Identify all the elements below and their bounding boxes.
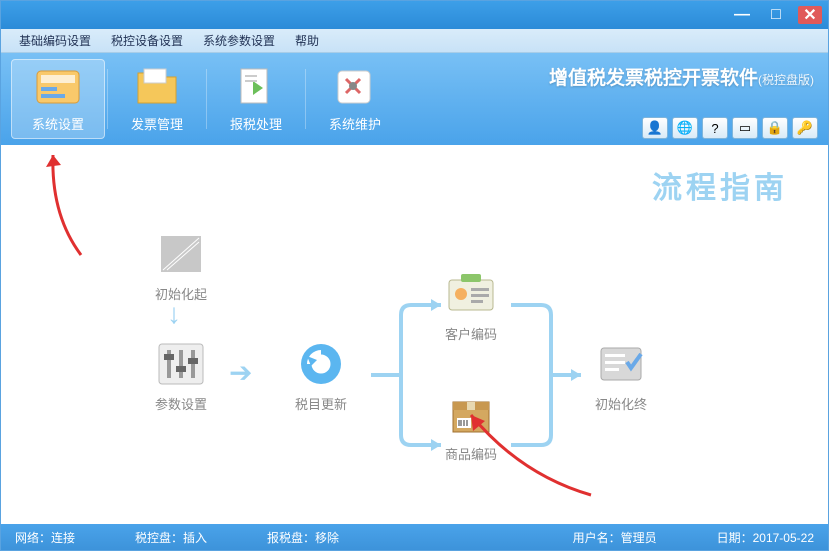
contact-card-icon xyxy=(443,270,499,318)
toolbar-label: 报税处理 xyxy=(230,114,282,133)
checklist-icon xyxy=(593,340,649,388)
menubar: 基础编码设置 税控设备设置 系统参数设置 帮助 xyxy=(1,29,828,53)
node-label: 税目更新 xyxy=(295,397,347,412)
separator xyxy=(107,69,108,129)
box-icon xyxy=(443,390,499,438)
toolbar-label: 系统维护 xyxy=(329,114,381,133)
arrow-right-icon: ➔ xyxy=(229,356,252,389)
toolbar-tax-report[interactable]: 报税处理 xyxy=(209,59,303,139)
status-network: 网络：连接 xyxy=(15,529,75,546)
user-icon[interactable]: 👤 xyxy=(642,117,668,139)
toolbar-label: 发票管理 xyxy=(131,114,183,133)
node-customer[interactable]: 客户编码 xyxy=(431,270,511,343)
flow-diagram: 初始化起 ↓ 参数设置 ➔ 税目更新 xyxy=(121,230,681,510)
status-user: 用户名：管理员 xyxy=(573,529,657,546)
sliders-icon xyxy=(153,340,209,388)
tools-icon xyxy=(331,66,379,110)
refresh-icon xyxy=(293,340,349,388)
toolbar-invoice-mgmt[interactable]: 发票管理 xyxy=(110,59,204,139)
quickbar: 👤 🌐 ? ▭ 🔒 🔑 xyxy=(642,117,818,139)
node-init-end[interactable]: 初始化终 xyxy=(581,340,661,413)
settings-icon xyxy=(34,66,82,110)
flow-title: 流程指南 xyxy=(652,163,788,207)
node-label: 商品编码 xyxy=(445,447,497,462)
status-taxdisk: 税控盘：插入 xyxy=(135,529,207,546)
menu-basic-code[interactable]: 基础编码设置 xyxy=(9,32,101,49)
app-window: — □ ✕ 基础编码设置 税控设备设置 系统参数设置 帮助 系统设置 发票管理 xyxy=(0,0,829,551)
node-product[interactable]: 商品编码 xyxy=(431,390,511,463)
node-init-start[interactable]: 初始化起 xyxy=(141,230,221,303)
node-tax-update[interactable]: 税目更新 xyxy=(281,340,361,413)
annotation-arrow-1 xyxy=(41,145,101,265)
status-date: 日期：2017-05-22 xyxy=(717,529,814,546)
statusbar: 网络：连接 税控盘：插入 报税盘：移除 用户名：管理员 日期：2017-05-2… xyxy=(1,524,828,550)
help-icon[interactable]: ? xyxy=(702,117,728,139)
toolbar: 系统设置 发票管理 报税处理 系统维护 增值税发票税控开票软件(税控盘版) xyxy=(1,53,828,145)
status-reportdisk: 报税盘：移除 xyxy=(267,529,339,546)
separator xyxy=(206,69,207,129)
window-icon[interactable]: ▭ xyxy=(732,117,758,139)
menu-tax-device[interactable]: 税控设备设置 xyxy=(101,32,193,49)
close-button[interactable]: ✕ xyxy=(798,6,822,24)
toolbar-system-maint[interactable]: 系统维护 xyxy=(308,59,402,139)
node-label: 参数设置 xyxy=(155,397,207,412)
arrow-down-icon: ↓ xyxy=(167,298,181,330)
maximize-button[interactable]: □ xyxy=(764,6,788,24)
app-title: 增值税发票税控开票软件(税控盘版) xyxy=(549,63,814,90)
toolbar-label: 系统设置 xyxy=(32,114,84,133)
titlebar: — □ ✕ xyxy=(1,1,828,29)
minimize-button[interactable]: — xyxy=(730,6,754,24)
lock-icon[interactable]: 🔒 xyxy=(762,117,788,139)
menu-help[interactable]: 帮助 xyxy=(285,32,329,49)
key-icon[interactable]: 🔑 xyxy=(792,117,818,139)
node-label: 客户编码 xyxy=(445,327,497,342)
app-subtitle: (税控盘版) xyxy=(758,73,814,87)
node-param[interactable]: 参数设置 xyxy=(141,340,221,413)
node-label: 初始化终 xyxy=(595,397,647,412)
content-area: 流程指南 初始化起 ↓ 参数设置 ➔ 税目更新 xyxy=(1,145,828,524)
separator xyxy=(305,69,306,129)
toolbar-system-settings[interactable]: 系统设置 xyxy=(11,59,105,139)
menu-sys-param[interactable]: 系统参数设置 xyxy=(193,32,285,49)
globe-icon[interactable]: 🌐 xyxy=(672,117,698,139)
document-arrow-icon xyxy=(232,66,280,110)
folder-icon xyxy=(133,66,181,110)
ruler-icon xyxy=(153,230,209,278)
